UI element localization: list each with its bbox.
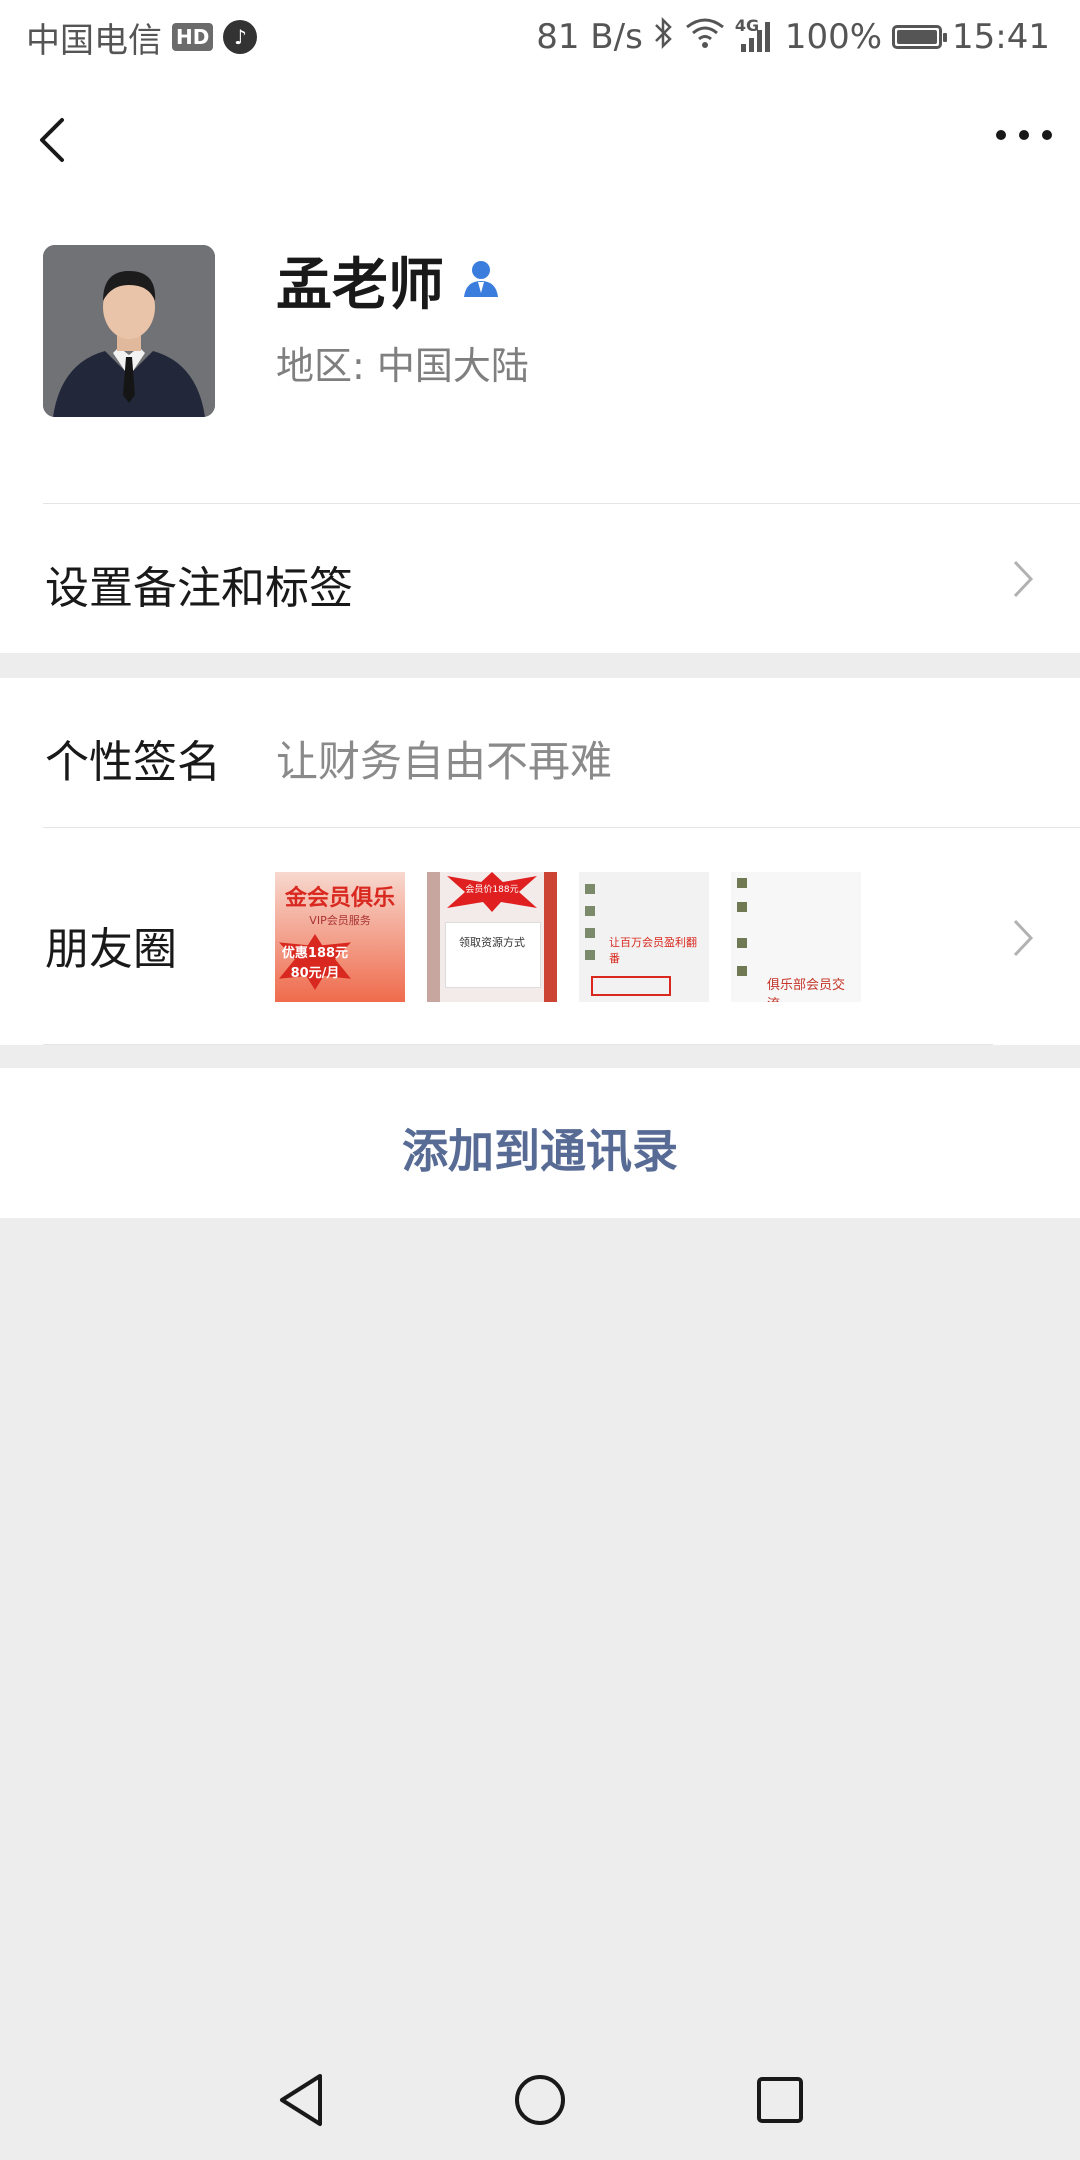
- thumb-avatar-dot: [737, 966, 747, 976]
- moments-thumbnail[interactable]: 俱乐部会员交流: [731, 872, 861, 1002]
- divider: [43, 503, 1080, 504]
- clock: 15:41: [952, 17, 1050, 57]
- thumb-price-1: 优惠188元: [281, 946, 349, 961]
- chevron-right-icon: [1013, 919, 1034, 957]
- region-text: 地区: 中国大陆: [276, 344, 529, 388]
- thumb-caption: 领取资源方式: [459, 936, 525, 949]
- back-button[interactable]: [30, 110, 80, 170]
- add-contact-label: 添加到通讯录: [402, 1124, 678, 1178]
- net-speed: 81 B/s: [536, 17, 643, 57]
- signature-value: 让财务自由不再难: [276, 737, 613, 786]
- chevron-left-icon: [40, 118, 64, 162]
- thumb-avatar-dot: [585, 950, 595, 960]
- name-row: 孟老师: [276, 245, 502, 318]
- more-dot-icon: [1019, 130, 1029, 140]
- nav-back-icon[interactable]: [276, 2070, 326, 2130]
- remark-tags-label: 设置备注和标签: [45, 563, 353, 614]
- hd-badge: HD: [172, 23, 214, 51]
- moments-thumbnail[interactable]: 让百万会员盈利翻番: [579, 872, 709, 1002]
- nav-home-icon[interactable]: [513, 2073, 567, 2127]
- thumb-caption: 让百万会员盈利翻番: [609, 936, 697, 965]
- thumb-avatar-dot: [737, 902, 747, 912]
- thumb-vip-text: VIP会员服务: [309, 914, 371, 927]
- top-bar: [0, 75, 1080, 195]
- thumb-avatar-dot: [585, 928, 595, 938]
- wifi-icon: [685, 17, 725, 58]
- thumb-price-2: 80元/月: [290, 966, 340, 981]
- moments-thumbnails: 金会员俱乐 VIP会员服务 优惠188元 80元/月 会员价188元 领取资源方…: [275, 872, 861, 1002]
- thumb-caption: 俱乐部会员交流: [767, 978, 846, 1002]
- more-dot-icon: [996, 130, 1006, 140]
- status-bar: 中国电信 HD ♪ 81 B/s 4G 100% 15:41: [0, 0, 1080, 75]
- signature-label: 个性签名: [45, 737, 221, 788]
- thumb-caption: 金会员俱乐: [284, 886, 395, 911]
- moments-thumbnail[interactable]: 金会员俱乐 VIP会员服务 优惠188元 80元/月: [275, 872, 405, 1002]
- thumb-badge: 会员价188元: [465, 885, 519, 895]
- thumb-avatar-dot: [585, 906, 595, 916]
- thumb-avatar-dot: [737, 878, 747, 888]
- moments-thumbnail[interactable]: 会员价188元 领取资源方式: [427, 872, 557, 1002]
- chevron-right-icon: [1013, 560, 1034, 598]
- battery-percent: 100%: [784, 17, 883, 57]
- moments-label: 朋友圈: [45, 924, 177, 975]
- moments-row[interactable]: 朋友圈 金会员俱乐 VIP会员服务 优惠188元 80元/月 会员价188元 领…: [0, 828, 1080, 1045]
- nav-recents-icon[interactable]: [756, 2076, 804, 2124]
- status-left: 中国电信 HD ♪: [26, 14, 258, 61]
- more-dot-icon: [1042, 130, 1052, 140]
- add-contact-button[interactable]: 添加到通讯录: [0, 1068, 1080, 1218]
- signature-row: 个性签名 让财务自由不再难: [0, 678, 1080, 828]
- battery-icon: [892, 25, 948, 49]
- profile-section: 孟老师 地区: 中国大陆: [0, 195, 1080, 505]
- more-options-button[interactable]: [996, 115, 1052, 155]
- verified-user-icon: [460, 257, 502, 303]
- thumb-card: [445, 922, 541, 988]
- status-right: 81 B/s 4G 100% 15:41: [536, 14, 1050, 60]
- divider: [43, 1044, 993, 1045]
- carrier-name: 中国电信: [26, 20, 162, 61]
- thumb-avatar-dot: [737, 938, 747, 948]
- remark-tags-row[interactable]: 设置备注和标签: [0, 505, 1080, 653]
- tiktok-icon: ♪: [223, 20, 258, 54]
- contact-name: 孟老师: [276, 252, 444, 318]
- thumb-avatar-dot: [585, 884, 595, 894]
- cellular-signal-icon: 4G: [735, 16, 775, 54]
- thumb-highlight-box: [591, 976, 671, 996]
- system-nav-bar: [0, 2040, 1080, 2160]
- bluetooth-icon: [653, 16, 675, 59]
- avatar[interactable]: [43, 245, 215, 417]
